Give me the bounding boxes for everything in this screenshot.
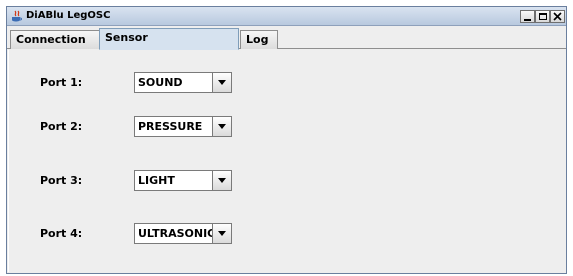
java-cup-icon [12,10,22,22]
port-1-label: Port 1: [40,76,83,89]
port-2-sensor-select[interactable]: PRESSURE [134,116,232,137]
chevron-down-icon [218,80,226,85]
tab-connection[interactable]: Connection [10,30,100,49]
minimize-button[interactable] [520,10,535,23]
maximize-icon [538,13,547,20]
title-bar[interactable]: DiABlu LegOSC [7,7,566,26]
app-window: DiABlu LegOSC Connection Log Sensor Conf… [6,6,567,274]
port-1-dropdown-button[interactable] [212,73,231,92]
sensor-configuration-panel: Port 1: SOUND Port 2: PRESSURE Port 3: L… [8,50,565,272]
tab-sensor-configuration[interactable]: Sensor Configuration [99,28,239,61]
tab-label: Log [246,33,269,46]
port-3-dropdown-button[interactable] [212,171,231,190]
chevron-down-icon [218,124,226,129]
port-4-sensor-select[interactable]: ULTRASONIC [134,223,232,244]
port-2-selected-value: PRESSURE [138,120,203,133]
port-4-selected-value: ULTRASONIC [138,227,216,240]
tab-log[interactable]: Log [240,30,278,49]
maximize-button[interactable] [535,10,550,23]
port-3-selected-value: LIGHT [138,174,175,187]
port-1-sensor-select[interactable]: SOUND [134,72,232,93]
window-title: DiABlu LegOSC [26,10,111,21]
port-4-dropdown-button[interactable] [212,224,231,243]
minimize-icon [524,18,531,21]
close-button[interactable] [550,10,565,23]
port-2-label: Port 2: [40,120,83,133]
tab-bar: Connection Log Sensor Configuration [7,27,566,61]
port-1-selected-value: SOUND [138,76,183,89]
port-3-label: Port 3: [40,174,83,187]
port-4-label: Port 4: [40,227,83,240]
tab-label: Connection [16,33,86,46]
chevron-down-icon [218,231,226,236]
port-2-dropdown-button[interactable] [212,117,231,136]
chevron-down-icon [218,178,226,183]
port-3-sensor-select[interactable]: LIGHT [134,170,232,191]
close-icon [553,12,562,21]
